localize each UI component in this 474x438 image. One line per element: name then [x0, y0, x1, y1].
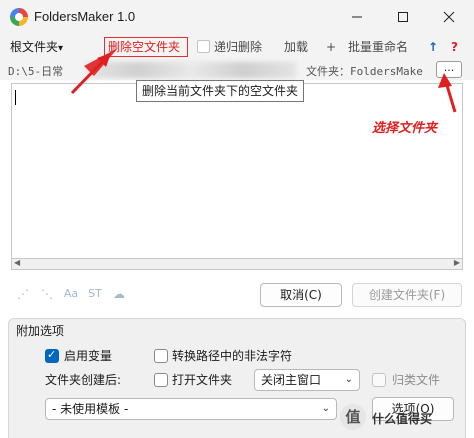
close-main-window-select[interactable]: 关闭主窗口 ⌄ — [254, 369, 360, 391]
arrow-to-delete-icon — [70, 48, 118, 95]
classify-files-label: 归类文件 — [392, 373, 441, 387]
open-folder-label: 打开文件夹 — [172, 373, 233, 387]
watermark-logo: 值 — [340, 404, 366, 430]
cancel-button[interactable]: 取消(C) — [260, 283, 342, 307]
arrow-to-browse-icon — [438, 73, 457, 113]
sparkle-icon[interactable]: ⋰ — [14, 286, 32, 302]
sparkle-alt-icon[interactable]: ⋱ — [38, 286, 56, 302]
template-select-value: - 未使用模板 - — [52, 402, 129, 416]
cloud-icon[interactable]: ☁ — [110, 286, 128, 302]
watermark: 值 什么值得买 — [338, 398, 474, 438]
watermark-text: 什么值得买 — [372, 412, 433, 426]
open-folder-checkbox[interactable] — [154, 373, 168, 387]
after-create-label: 文件夹创建后: — [45, 373, 122, 387]
convert-illegal-label: 转换路径中的非法字符 — [172, 349, 293, 363]
options-group-title: 附加选项 — [16, 324, 65, 338]
spell-icon[interactable]: ST — [86, 286, 104, 302]
chevron-down-icon: ⌄ — [321, 403, 330, 414]
convert-illegal-checkbox[interactable] — [154, 349, 168, 363]
create-folders-button[interactable]: 创建文件夹(F) — [352, 283, 462, 307]
font-case-icon[interactable]: Aa — [62, 286, 80, 302]
enable-vars-label: 启用变量 — [64, 349, 113, 363]
chevron-down-icon: ⌄ — [344, 374, 353, 385]
close-main-window-value: 关闭主窗口 — [261, 373, 322, 387]
enable-vars-checkbox[interactable] — [45, 348, 59, 363]
classify-files-checkbox[interactable] — [372, 373, 386, 387]
template-select[interactable]: - 未使用模板 - ⌄ — [45, 398, 337, 420]
